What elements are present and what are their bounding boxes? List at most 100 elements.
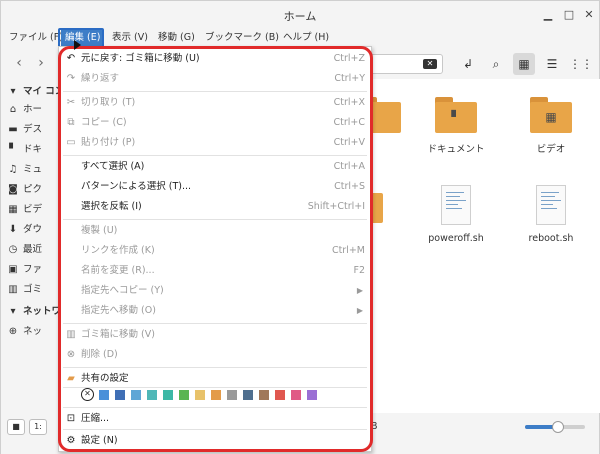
color-swatch[interactable] (307, 390, 317, 400)
menu-separator (63, 407, 367, 408)
copy-icon: ⧉ (67, 117, 75, 128)
file-item-reboot[interactable]: reboot.sh (506, 185, 596, 244)
menu-separator (63, 429, 367, 430)
film-icon: ▦ (8, 204, 18, 215)
expand-arrow-icon[interactable]: ▾ (7, 303, 19, 321)
menu-item-delete: ⊗ 削除 (D) (59, 345, 371, 365)
color-swatch[interactable] (131, 390, 141, 400)
close-icon[interactable]: ✕ (582, 8, 596, 22)
home-icon: ⌂ (9, 104, 17, 115)
delete-icon: ⊗ (66, 349, 76, 360)
menu-item-compress[interactable]: ⊡ 圧縮... (59, 409, 371, 429)
window-title: ホーム (283, 10, 317, 23)
tree-toggle-icon[interactable]: 1: (29, 419, 47, 435)
menu-item-make-link: リンクを作成 (K) Ctrl+M (81, 245, 365, 256)
zoom-slider[interactable] (525, 421, 585, 433)
color-swatch[interactable] (195, 390, 205, 400)
menu-item-paste: ▭ 貼り付け (P) Ctrl+V (59, 133, 371, 153)
menu-item-undo[interactable]: ↶ 元に戻す: ゴミ箱に移動 (U) Ctrl+Z (59, 49, 371, 69)
menu-separator (63, 367, 367, 368)
trash-icon: ▥ (66, 329, 76, 340)
color-swatch[interactable] (227, 390, 237, 400)
location-field[interactable]: ✕ (365, 54, 443, 74)
back-arrow-icon[interactable]: ‹ (11, 55, 27, 71)
desktop-icon: ▬ (8, 124, 18, 135)
mouse-cursor-icon (74, 40, 81, 50)
menu-bookmarks[interactable]: ブックマーク (B) (201, 30, 283, 46)
menu-view[interactable]: 表示 (V) (108, 30, 152, 46)
clock-icon: ◷ (8, 244, 18, 255)
forward-arrow-icon[interactable]: › (33, 55, 49, 71)
color-swatch[interactable] (275, 390, 285, 400)
menu-item-move-to: 指定先へ移動 (O) ▶ (59, 301, 371, 321)
menu-item-rename: 名前を変更 (R)... F2 (81, 265, 365, 276)
menu-help[interactable]: ヘルプ (H) (279, 30, 333, 46)
color-swatch[interactable] (211, 390, 221, 400)
download-icon: ⬇ (8, 224, 18, 235)
preferences-icon: ⚙ (66, 435, 76, 446)
menu-item-select-all[interactable]: すべて選択 (A) Ctrl+A (59, 157, 371, 177)
folder-video-icon: ▦ (530, 97, 572, 133)
color-swatch[interactable] (147, 390, 157, 400)
file-item-poweroff[interactable]: poweroff.sh (411, 185, 501, 244)
list-view-icon[interactable]: ☰ (541, 53, 563, 75)
script-file-icon (536, 185, 566, 225)
color-swatch[interactable] (179, 390, 189, 400)
menu-item-copy-to: 指定先へコピー (Y) ▶ (59, 281, 371, 301)
scissors-icon: ✂ (66, 97, 76, 108)
places-toggle-icon[interactable]: ■ (7, 419, 25, 435)
music-icon: ♫ (8, 164, 18, 175)
title-bar[interactable]: ホーム ▁ □ ✕ (1, 1, 599, 29)
menu-separator (63, 323, 367, 324)
file-name: reboot.sh (528, 233, 574, 244)
folder-item-documents[interactable]: ▘ ドキュメント (411, 97, 501, 155)
edit-dropdown-menu: ↶ 元に戻す: ゴミ箱に移動 (U) Ctrl+Z ↷ 繰り返す Ctrl+Y … (58, 46, 372, 452)
icon-view-icon[interactable]: ▦ (513, 53, 535, 75)
compact-view-icon[interactable]: ⋮⋮ (569, 53, 593, 75)
clear-location-icon[interactable]: ✕ (423, 59, 437, 69)
color-swatch[interactable] (99, 390, 109, 400)
menu-item-invert-selection[interactable]: 選択を反転 (I) Shift+Ctrl+I (59, 197, 371, 217)
menu-separator (63, 155, 367, 156)
menu-item-copy: ⧉ コピー (C) Ctrl+C (59, 113, 371, 133)
paste-icon: ▭ (66, 137, 76, 148)
menu-go[interactable]: 移動 (G) (154, 30, 199, 46)
menu-item-cut: ✂ 切り取り (T) Ctrl+X (59, 93, 371, 113)
menu-item-duplicate: 複製 (U) (81, 225, 118, 236)
menu-item-sharing[interactable]: ▰ 共有の設定 (59, 369, 371, 389)
color-swatch[interactable] (243, 390, 253, 400)
zoom-slider-knob[interactable] (552, 421, 564, 433)
document-icon: ▘ (9, 144, 17, 155)
menu-separator (63, 219, 367, 220)
menu-item-move-to-trash: ▥ ゴミ箱に移動 (V) (59, 325, 371, 345)
archive-icon: ⊡ (66, 413, 76, 424)
color-swatch[interactable] (259, 390, 269, 400)
menu-item-redo: ↷ 繰り返す Ctrl+Y (59, 69, 371, 89)
color-swatch[interactable] (115, 390, 125, 400)
menu-item-select-pattern[interactable]: パターンによる選択 (T)... Ctrl+S (59, 177, 371, 197)
reset-color-icon[interactable]: ✕ (81, 388, 94, 401)
file-name: poweroff.sh (428, 233, 484, 244)
menu-separator (63, 91, 367, 92)
color-swatch[interactable] (163, 390, 173, 400)
menu-separator (63, 387, 367, 388)
folder-item-videos[interactable]: ▦ ビデオ (506, 97, 596, 155)
trash-icon: ▥ (8, 284, 18, 295)
network-icon: ⊕ (8, 326, 18, 337)
folder-icon (371, 193, 383, 223)
toggle-location-icon[interactable]: ↲ (457, 53, 479, 75)
menu-item-preferences[interactable]: ⚙ 設定 (N) (59, 431, 371, 451)
search-icon[interactable]: ⌕ (485, 53, 507, 75)
edit-menu-highlight (58, 28, 104, 48)
maximize-icon[interactable]: □ (562, 8, 576, 22)
color-swatch[interactable] (291, 390, 301, 400)
file-name: ビデオ (536, 144, 566, 155)
drive-icon: ▣ (8, 264, 18, 275)
redo-icon: ↷ (66, 73, 76, 84)
submenu-arrow-icon: ▶ (356, 306, 363, 315)
minimize-icon[interactable]: ▁ (541, 8, 555, 22)
share-folder-icon: ▰ (67, 373, 75, 384)
folder-document-icon: ▘ (435, 97, 477, 133)
expand-arrow-icon[interactable]: ▾ (7, 83, 19, 101)
file-name: ドキュメント (427, 144, 485, 155)
